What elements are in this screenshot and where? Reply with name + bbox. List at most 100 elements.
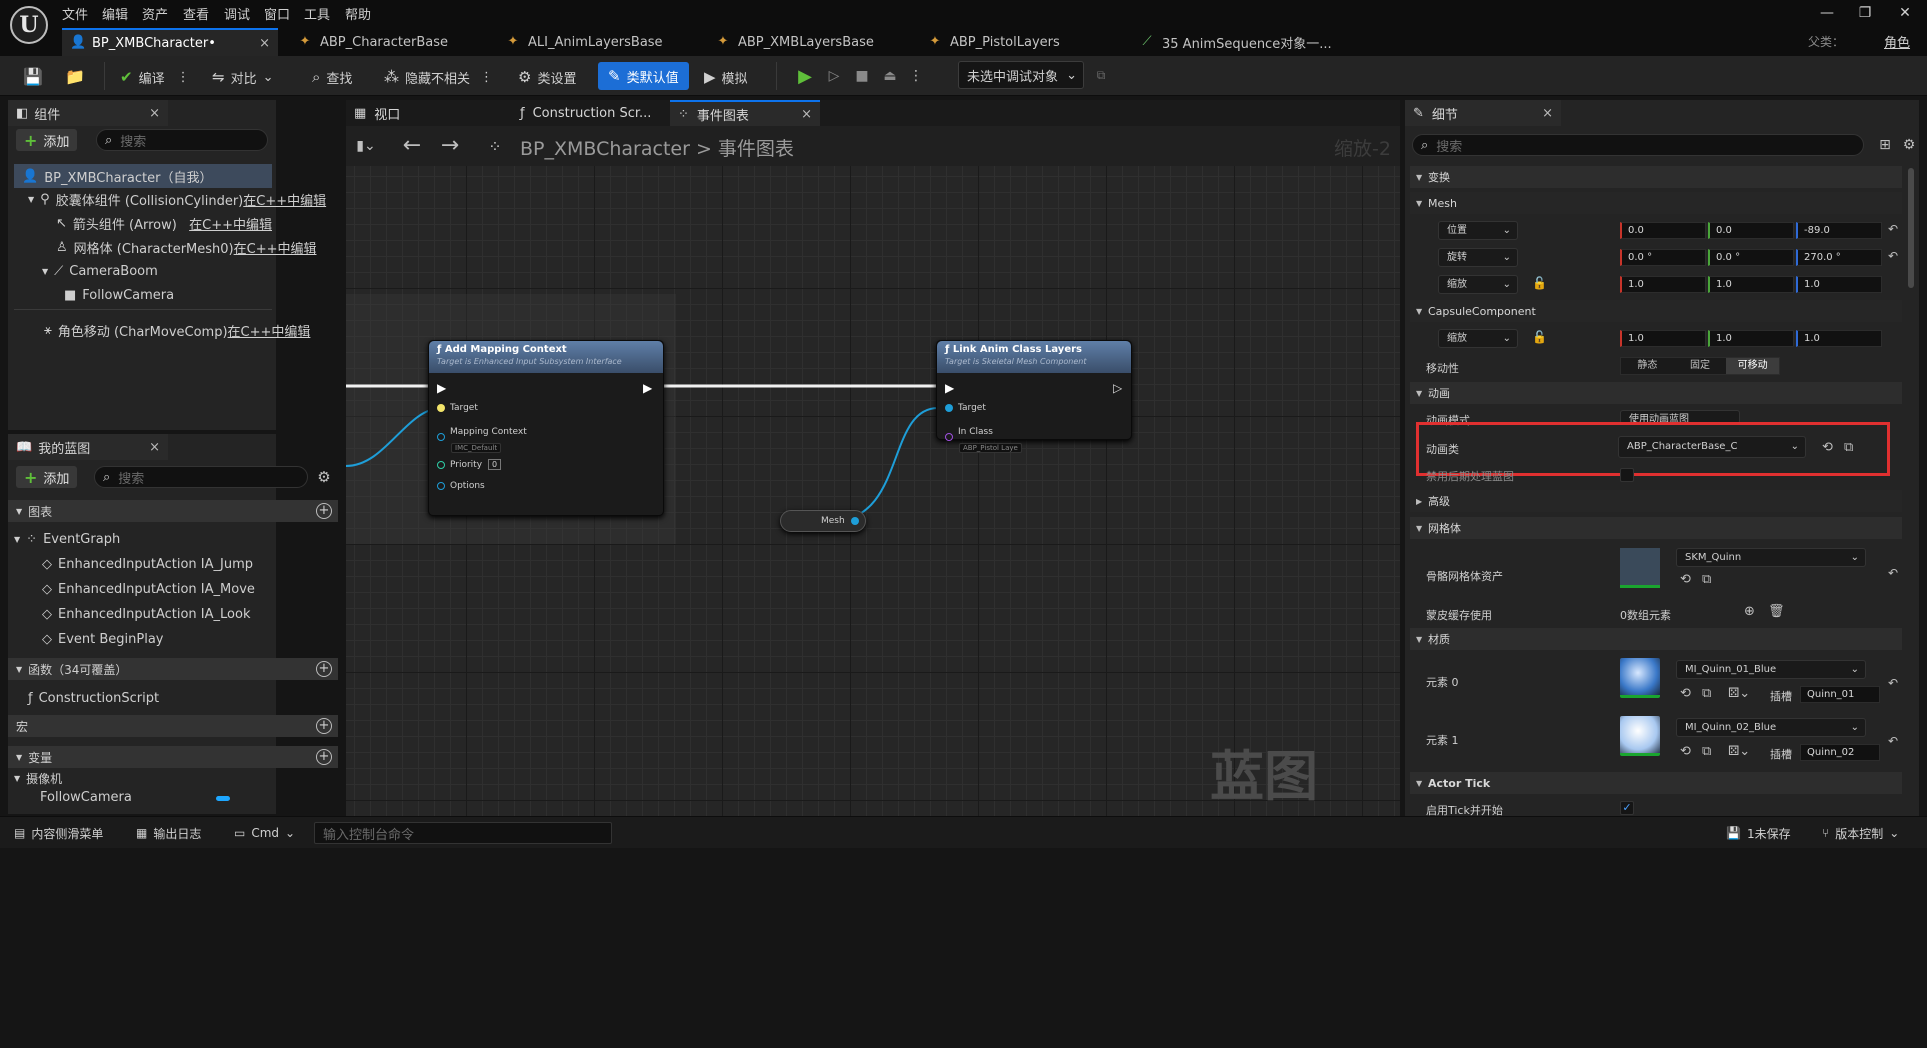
capsule-scale-z-input[interactable]: 1.0	[1796, 330, 1882, 347]
close-tab-icon[interactable]: ×	[801, 107, 812, 122]
menu-view[interactable]: 查看	[183, 4, 209, 23]
simulate-button[interactable]: ▶ 模拟	[704, 65, 748, 89]
trash-icon[interactable]: 🗑	[1768, 604, 1785, 619]
components-search-input[interactable]: ⌕ 搜索	[96, 129, 268, 151]
slot-input[interactable]: Quinn_02	[1800, 744, 1880, 761]
close-panel-icon[interactable]: ×	[1542, 106, 1553, 121]
in-class-select[interactable]: ABP_Pistol Laye	[959, 443, 1022, 453]
add-member-button[interactable]: + 添加	[16, 466, 78, 488]
material-thumbnail[interactable]	[1620, 658, 1660, 698]
menu-file[interactable]: 文件	[62, 4, 88, 23]
grid-view-icon[interactable]: ⊞	[1876, 134, 1894, 156]
tab-abp-pistollayers[interactable]: ✦ ABP_PistolLayers	[920, 28, 1120, 56]
variable-item-followcamera[interactable]: FollowCamera	[40, 788, 230, 806]
use-selected-icon[interactable]: ⟲	[1680, 686, 1691, 701]
class-settings-button[interactable]: ⚙ 类设置	[518, 65, 576, 89]
section-graphs[interactable]: ▼ 图表 +	[8, 500, 338, 522]
browse-icon[interactable]: ⧉	[1702, 744, 1711, 759]
scale-mode-select[interactable]: 缩放 ⌄	[1438, 275, 1518, 294]
tab-details[interactable]: ✎ 细节 ×	[1405, 100, 1561, 126]
back-arrow-icon[interactable]: ←	[400, 133, 424, 158]
details-scroll-area[interactable]: ▼ 变换 ▼ Mesh 位置 ⌄ 0.0 0.0 -89.0 ↶ 旋转 ⌄ 0.0 ° …	[1410, 164, 1910, 816]
parent-class-link[interactable]: 角色	[1884, 32, 1910, 51]
subsection-capsule[interactable]: ▼ CapsuleComponent	[1410, 300, 1902, 322]
event-item[interactable]: ◇ EnhancedInputAction IA_Jump	[42, 552, 253, 576]
location-mode-select[interactable]: 位置 ⌄	[1438, 221, 1518, 240]
component-item-charmove[interactable]: ⚹ 角色移动 (CharMoveComp) 在C++中编辑	[44, 318, 310, 342]
location-x-input[interactable]: 0.0	[1620, 222, 1706, 239]
edit-in-cpp-link[interactable]: 在C++中编辑	[228, 321, 311, 340]
details-scrollbar[interactable]	[1908, 168, 1914, 288]
node-link-anim-class-layers[interactable]: ƒ Link Anim Class Layers Target is Skele…	[936, 340, 1132, 453]
browse-icon[interactable]: ⧉	[1844, 440, 1853, 455]
component-item-mesh[interactable]: ♙ 网格体 (CharacterMesh0) 在C++中编辑	[56, 235, 317, 259]
add-variable-icon[interactable]: +	[316, 749, 332, 765]
close-window-icon[interactable]: ✕	[1892, 3, 1918, 23]
source-control-button[interactable]: ⑂ 版本控制 ⌄	[1822, 823, 1899, 843]
compile-button[interactable]: ✔ 编译 ⋮	[120, 65, 190, 89]
reset-icon[interactable]: ↶	[1888, 566, 1898, 580]
play-options-icon[interactable]: ⋮	[909, 66, 923, 86]
unsaved-button[interactable]: 💾 1未保存	[1726, 823, 1791, 843]
tab-ali-animlayersbase[interactable]: ✦ ALI_AnimLayersBase	[498, 28, 698, 56]
scale-z-input[interactable]: 1.0	[1796, 276, 1882, 293]
location-z-input[interactable]: -89.0	[1796, 222, 1882, 239]
tab-abp-xmblayersbase[interactable]: ✦ ABP_XMBLayersBase	[708, 28, 908, 56]
node-mesh-getter[interactable]: Mesh	[780, 510, 866, 532]
capsule-scale-y-input[interactable]: 1.0	[1708, 330, 1794, 347]
browse-folder-icon[interactable]: 📁	[64, 65, 86, 87]
step-icon[interactable]: ▷	[824, 66, 844, 86]
scale-x-input[interactable]: 1.0	[1620, 276, 1706, 293]
tab-animsequence-objects[interactable]: ⟋ 35 AnimSequence对象一...	[1132, 28, 1352, 56]
section-animation[interactable]: ▼ 动画	[1410, 382, 1902, 404]
add-graph-icon[interactable]: +	[316, 503, 332, 519]
event-item[interactable]: ◇ EnhancedInputAction IA_Look	[42, 602, 250, 626]
tab-abp-characterbase[interactable]: ✦ ABP_CharacterBase	[290, 28, 490, 56]
mobility-segmented[interactable]: 静态 固定 可移动	[1620, 357, 1780, 375]
reset-icon[interactable]: ↶	[1888, 222, 1898, 236]
diff-button[interactable]: ⇋ 对比 ⌄	[212, 65, 274, 89]
play-icon[interactable]: ▶	[795, 66, 815, 87]
reset-icon[interactable]: ↶	[1888, 676, 1898, 690]
reset-icon[interactable]: ↶	[1888, 734, 1898, 748]
material-options-icon[interactable]: ⚄⌄	[1728, 686, 1750, 701]
section-actor-tick[interactable]: ▼ Actor Tick	[1410, 772, 1902, 794]
exec-in-pin[interactable]: ▶	[437, 381, 446, 395]
pin-target[interactable]: Target	[437, 403, 478, 413]
priority-input[interactable]: 0	[488, 459, 502, 470]
use-selected-icon[interactable]: ⟲	[1680, 744, 1691, 759]
edit-in-cpp-link[interactable]: 在C++中编辑	[234, 238, 317, 257]
component-item-self[interactable]: 👤 BP_XMBCharacter（自我）	[14, 164, 272, 188]
capsule-scale-x-input[interactable]: 1.0	[1620, 330, 1706, 347]
gear-icon[interactable]: ⚙	[1900, 134, 1918, 156]
tab-myblueprint[interactable]: 📖 我的蓝图 ×	[8, 434, 168, 460]
breadcrumb-root[interactable]: BP_XMBCharacter	[520, 138, 690, 160]
save-icon[interactable]: 💾	[22, 65, 44, 87]
use-selected-icon[interactable]: ⟲	[1680, 572, 1691, 587]
edit-in-cpp-link[interactable]: 在C++中编辑	[189, 214, 272, 233]
menu-asset[interactable]: 资产	[142, 4, 168, 23]
location-y-input[interactable]: 0.0	[1708, 222, 1794, 239]
reset-icon[interactable]: ↶	[1888, 249, 1898, 263]
component-item-arrow[interactable]: ↖ 箭头组件 (Arrow) 在C++中编辑	[56, 211, 272, 235]
eject-icon[interactable]: ⏏	[880, 66, 900, 86]
tick-start-checkbox[interactable]: ✓	[1620, 801, 1634, 815]
add-element-icon[interactable]: ⊕	[1744, 604, 1755, 619]
details-search-input[interactable]: ⌕ 搜索	[1412, 134, 1864, 156]
lock-icon[interactable]: 🔓	[1532, 276, 1547, 290]
add-macro-icon[interactable]: +	[316, 718, 332, 734]
menu-tools[interactable]: 工具	[304, 4, 330, 23]
section-transform[interactable]: ▼ 变换	[1410, 166, 1902, 188]
gear-icon[interactable]: ⚙	[314, 466, 334, 488]
section-materials[interactable]: ▼ 材质	[1410, 628, 1902, 650]
browse-icon[interactable]: ⧉	[1702, 572, 1711, 587]
section-functions[interactable]: ▼ 函数（34可覆盖） +	[8, 658, 338, 680]
disable-postprocess-checkbox[interactable]: ✓	[1620, 468, 1634, 482]
tab-bp-xmbcharacter[interactable]: 👤 BP_XMBCharacter• ×	[62, 28, 278, 56]
edit-in-cpp-link[interactable]: 在C++中编辑	[243, 190, 326, 209]
mobility-stationary[interactable]: 固定	[1674, 358, 1727, 374]
rotation-mode-select[interactable]: 旋转 ⌄	[1438, 248, 1518, 267]
scale-y-input[interactable]: 1.0	[1708, 276, 1794, 293]
pin-mapping-context[interactable]: Mapping Context IMC_Default	[437, 423, 527, 453]
console-input[interactable]: 输入控制台命令	[314, 822, 612, 844]
